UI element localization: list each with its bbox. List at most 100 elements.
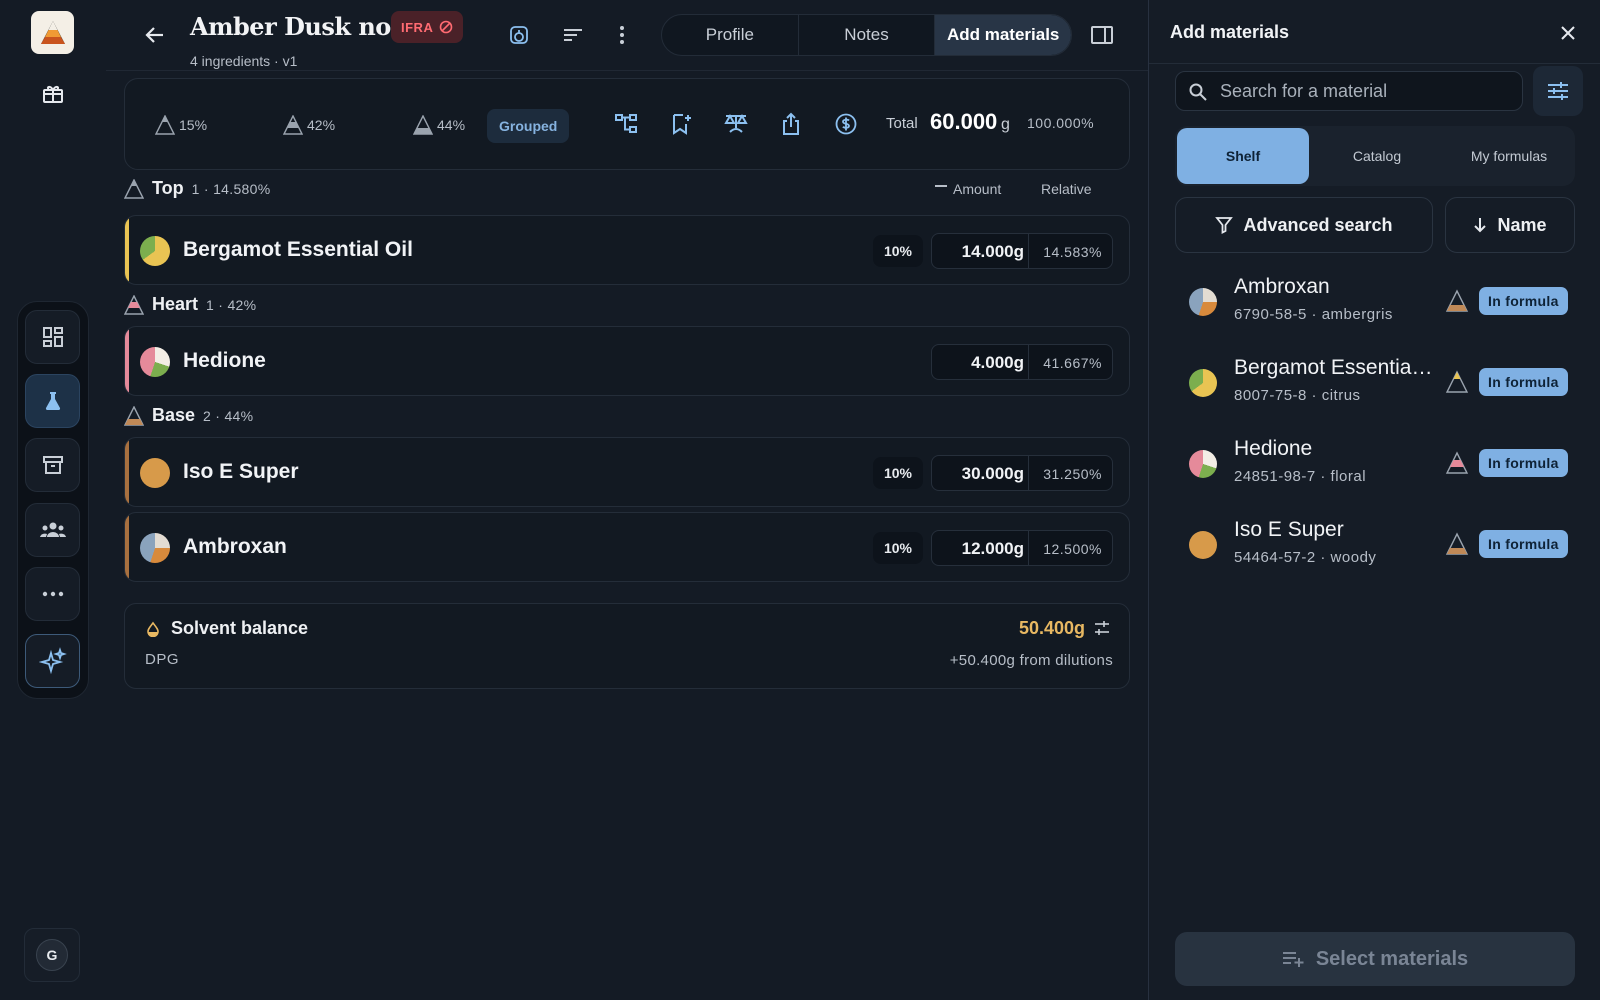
solvent-name: DPG bbox=[145, 651, 180, 668]
dashboard-icon bbox=[42, 327, 63, 347]
more-button[interactable] bbox=[25, 567, 80, 621]
material-meta: 54464-57-2 · woody bbox=[1234, 549, 1377, 566]
ingredient-row[interactable]: Hedione 4.000g 41.667% bbox=[124, 326, 1130, 396]
dilution-badge[interactable]: 10% bbox=[873, 235, 923, 267]
formula-subtitle: 4 ingredients · v1 bbox=[190, 53, 298, 69]
material-color-icon bbox=[140, 236, 170, 266]
sort-button[interactable] bbox=[559, 21, 587, 49]
material-color-icon bbox=[1189, 288, 1217, 316]
arrow-left-icon bbox=[145, 27, 163, 43]
avatar: G bbox=[36, 939, 68, 971]
ingredient-row[interactable]: Bergamot Essential Oil 10% 14.000g 14.58… bbox=[124, 215, 1130, 285]
tab-add-materials[interactable]: Add materials bbox=[935, 15, 1071, 55]
pyramid-heart-icon bbox=[283, 115, 303, 135]
kebab-menu-button[interactable] bbox=[608, 21, 636, 49]
relative-column-header[interactable]: Relative bbox=[1041, 181, 1092, 197]
in-formula-badge: In formula bbox=[1479, 287, 1568, 315]
team-button[interactable] bbox=[25, 503, 80, 557]
relative-value: 14.583% bbox=[1043, 244, 1102, 260]
filter-icon bbox=[1215, 217, 1234, 234]
arrow-down-icon bbox=[1474, 218, 1487, 233]
sliders-icon bbox=[1095, 621, 1109, 635]
note-stripe bbox=[125, 438, 129, 506]
solvent-adjust-button[interactable] bbox=[1093, 619, 1113, 639]
search-input[interactable] bbox=[1220, 80, 1522, 102]
in-formula-badge: In formula bbox=[1479, 530, 1568, 558]
toggle-panel-button[interactable] bbox=[1088, 21, 1116, 49]
playlist-add-icon bbox=[1282, 952, 1304, 967]
dilution-badge[interactable]: 10% bbox=[873, 532, 923, 564]
sort-by-name-button[interactable]: Name bbox=[1445, 197, 1575, 253]
dilution-badge[interactable]: 10% bbox=[873, 457, 923, 489]
section-meta: 1 · 42% bbox=[206, 296, 257, 313]
hierarchy-button[interactable] bbox=[611, 109, 641, 139]
dashboard-button[interactable] bbox=[25, 310, 80, 364]
filter-settings-button[interactable] bbox=[1533, 66, 1583, 116]
amount-field[interactable]: 12.000g 12.500% bbox=[931, 530, 1113, 566]
material-list-item[interactable]: Ambroxan 6790-58-5 · ambergris In formul… bbox=[1175, 263, 1575, 339]
bookmark-add-button[interactable] bbox=[666, 109, 696, 139]
section-name: Base bbox=[152, 405, 196, 425]
panel-title: Add materials bbox=[1170, 22, 1290, 42]
relative-value: 41.667% bbox=[1043, 355, 1102, 371]
amount-field[interactable]: 30.000g 31.250% bbox=[931, 455, 1113, 491]
ingredient-row[interactable]: Iso E Super 10% 30.000g 31.250% bbox=[124, 437, 1130, 507]
pyramid-top-icon bbox=[155, 115, 175, 135]
pyramid-top-icon bbox=[1445, 370, 1469, 393]
perfume-bottle-icon bbox=[510, 26, 528, 44]
amount-value: 14.000g bbox=[961, 242, 1024, 261]
select-materials-button[interactable]: Select materials bbox=[1175, 932, 1575, 986]
pyramid-heart-icon bbox=[1445, 451, 1469, 474]
ai-assistant-button[interactable] bbox=[25, 634, 80, 688]
pyramid-base-icon bbox=[1445, 532, 1469, 555]
tune-icon bbox=[1548, 82, 1568, 100]
material-list-item[interactable]: Bergamot Essential Oil 8007-75-8 · citru… bbox=[1175, 344, 1575, 420]
archive-button[interactable] bbox=[25, 438, 80, 492]
bookmark-plus-icon bbox=[673, 114, 691, 135]
ifra-label: IFRA bbox=[401, 19, 434, 35]
pyramid-base-icon bbox=[1445, 289, 1469, 312]
segment-my-formulas[interactable]: My formulas bbox=[1443, 126, 1575, 186]
minus-icon bbox=[935, 185, 947, 187]
balance-button[interactable] bbox=[721, 109, 751, 139]
formulas-button[interactable] bbox=[25, 374, 80, 428]
ifra-badge[interactable]: IFRA bbox=[391, 11, 464, 43]
note-stripe bbox=[125, 327, 129, 395]
ingredient-row[interactable]: Ambroxan 10% 12.000g 12.500% bbox=[124, 512, 1130, 582]
user-menu[interactable]: G bbox=[24, 928, 80, 982]
tab-profile[interactable]: Profile bbox=[662, 15, 799, 55]
more-vertical-icon bbox=[620, 26, 624, 44]
base-note-pct: 44% bbox=[413, 115, 465, 135]
app-logo[interactable] bbox=[31, 11, 74, 54]
panel-header-divider bbox=[1149, 63, 1600, 64]
gift-icon[interactable] bbox=[40, 80, 66, 106]
material-color-icon bbox=[140, 458, 170, 488]
material-list-item[interactable]: Hedione 24851-98-7 · floral In formula bbox=[1175, 425, 1575, 501]
amount-field[interactable]: 14.000g 14.583% bbox=[931, 233, 1113, 269]
formula-title[interactable]: Amber Dusk no. 1 bbox=[190, 12, 423, 41]
hierarchy-icon bbox=[615, 114, 637, 133]
grouped-toggle[interactable]: Grouped bbox=[487, 109, 570, 143]
material-list-item[interactable]: Iso E Super 54464-57-2 · woody In formul… bbox=[1175, 506, 1575, 582]
amount-field[interactable]: 4.000g 41.667% bbox=[931, 344, 1113, 380]
bottle-button[interactable] bbox=[505, 21, 533, 49]
sparkles-icon bbox=[38, 647, 67, 675]
section-name: Heart bbox=[152, 294, 199, 314]
back-button[interactable] bbox=[140, 20, 170, 50]
close-panel-button[interactable] bbox=[1555, 20, 1581, 46]
material-search bbox=[1175, 71, 1523, 111]
segment-catalog[interactable]: Catalog bbox=[1311, 126, 1443, 186]
solvent-balance-card[interactable]: Solvent balance DPG 50.400g +50.400g fro… bbox=[124, 603, 1130, 689]
share-button[interactable] bbox=[776, 109, 806, 139]
formula-summary: 15% 42% 44% Grouped Total 60.000 g 100.0… bbox=[124, 78, 1130, 170]
amount-column-header[interactable]: Amount bbox=[935, 181, 1001, 197]
segment-shelf[interactable]: Shelf bbox=[1177, 128, 1309, 184]
share-icon bbox=[783, 112, 799, 135]
cost-button[interactable] bbox=[831, 109, 861, 139]
tab-notes[interactable]: Notes bbox=[799, 15, 936, 55]
amount-value: 30.000g bbox=[961, 464, 1024, 483]
solvent-value: 50.400g bbox=[1018, 618, 1085, 638]
section-top-header: Top 1 · 14.580% bbox=[124, 178, 270, 199]
advanced-search-button[interactable]: Advanced search bbox=[1175, 197, 1433, 253]
total-label: Total bbox=[886, 115, 918, 132]
